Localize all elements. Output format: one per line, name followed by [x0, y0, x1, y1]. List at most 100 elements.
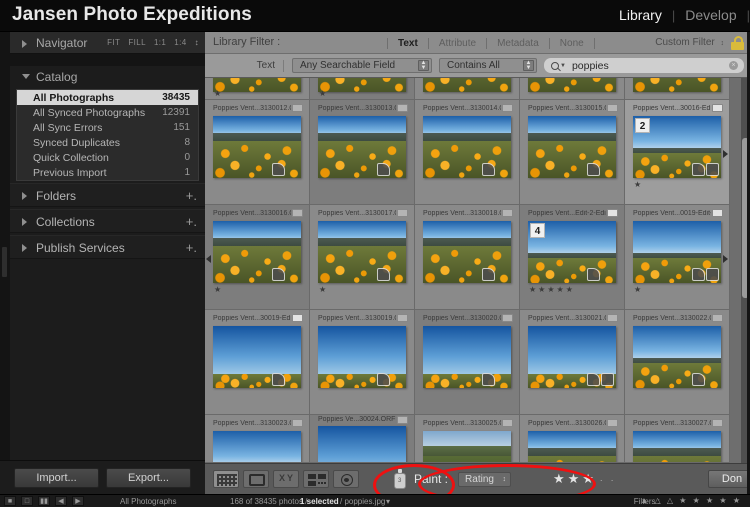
forward-arrow-icon[interactable]: ▶: [72, 496, 84, 506]
flag-badge[interactable]: [397, 416, 408, 424]
flag-badge[interactable]: [712, 419, 723, 427]
chevron-right-icon[interactable]: [22, 192, 27, 200]
stack-count-badge[interactable]: 2: [635, 118, 650, 133]
grid-cell[interactable]: Poppies Vent...3130022.ORF: [625, 310, 730, 415]
grid-cell-partial[interactable]: [520, 78, 625, 100]
flag-badge[interactable]: [292, 419, 303, 427]
flag-badge[interactable]: [607, 209, 618, 217]
star-filter-icons[interactable]: ★ ★ ★ ★ ★: [679, 496, 742, 505]
thumbnail-rating-stars[interactable]: ★: [634, 285, 643, 294]
back-arrow-icon[interactable]: ◀: [55, 496, 67, 506]
nav-mode-fit[interactable]: FIT: [107, 32, 120, 54]
custom-filter-dropdown[interactable]: Custom Filter ↕: [655, 37, 724, 48]
survey-view-icon[interactable]: [303, 470, 329, 488]
flag-badge[interactable]: [502, 209, 513, 217]
grid-cell-partial[interactable]: [415, 78, 520, 100]
flag-filter-icons[interactable]: ▲ △ △: [640, 496, 675, 505]
catalog-item-synced-duplicates[interactable]: Synced Duplicates 8: [17, 135, 198, 150]
flag-badge[interactable]: [502, 419, 513, 427]
filter-tab-metadata[interactable]: Metadata: [487, 38, 549, 49]
grid-cell[interactable]: Poppies Vent...3130014.ORF: [415, 100, 520, 205]
flag-badge[interactable]: [712, 104, 723, 112]
thumbnail-rating-stars[interactable]: ★: [634, 180, 643, 189]
flag-badge[interactable]: [607, 314, 618, 322]
people-view-icon[interactable]: [333, 470, 359, 488]
grid-cell[interactable]: Poppies Vent...3130019.ORF: [310, 310, 415, 415]
catalog-item-quick-collection[interactable]: Quick Collection 0: [17, 150, 198, 165]
match-rule-dropdown[interactable]: Contains All ▲ ▼: [439, 58, 537, 73]
grid-cell-partial[interactable]: [625, 78, 730, 100]
thumbnail-rating-stars[interactable]: ★: [319, 89, 328, 98]
add-folder-icon[interactable]: +.: [186, 184, 197, 208]
paint-target-dropdown[interactable]: Rating ↕: [458, 471, 511, 487]
grid-cell[interactable]: Poppies Vent...3130018.ORF: [415, 205, 520, 310]
left-panel-edge[interactable]: [0, 32, 10, 494]
flag-badge[interactable]: [397, 104, 408, 112]
flag-badge[interactable]: [712, 209, 723, 217]
nav-mode-1-1[interactable]: 1:1: [154, 32, 166, 54]
grid-cell[interactable]: Poppies Vent...3130012.ORF: [205, 100, 310, 205]
module-develop[interactable]: Develop: [675, 7, 746, 23]
loupe-view-icon[interactable]: [243, 470, 269, 488]
filmstrip-source-caret-icon[interactable]: ▾: [386, 497, 390, 506]
search-scope-dropdown[interactable]: Any Searchable Field ▲ ▼: [292, 58, 432, 73]
thumbnail-rating-stars[interactable]: ★: [319, 285, 328, 294]
grid-cell[interactable]: Poppies Ve...30024.ORF: [310, 415, 415, 463]
grid-cell[interactable]: Poppies Vent...3130015.ORF: [520, 100, 625, 205]
grid-cell-selected[interactable]: Poppies Vent...30016-Edit.tif 2 ★: [625, 100, 730, 205]
grid-cell[interactable]: Poppies Vent...3130016.ORF ★: [205, 205, 310, 310]
paint-rating-filled[interactable]: ★★★: [553, 471, 597, 486]
filmstrip-source-label[interactable]: All Photographs: [120, 497, 176, 506]
flag-badge[interactable]: [397, 314, 408, 322]
thumbnail-grid[interactable]: ★ ★ Poppies Vent...3130012. Poppies Vent…: [205, 78, 750, 463]
paint-rating-stars[interactable]: ★★★ · ·: [553, 471, 617, 487]
add-collection-icon[interactable]: +.: [186, 210, 197, 234]
flag-badge[interactable]: [292, 104, 303, 112]
grid-cell[interactable]: Poppies Vent...3130021.ORF: [520, 310, 625, 415]
chevron-right-icon[interactable]: [22, 244, 27, 252]
grid-cell[interactable]: Poppies Vent...30019-Edit.tif: [205, 310, 310, 415]
chevron-down-icon[interactable]: ▼: [560, 63, 566, 69]
module-library[interactable]: Library: [609, 7, 672, 23]
flag-badge[interactable]: [607, 419, 618, 427]
grid-cell[interactable]: Poppies Vent...3130017.ORF ★: [310, 205, 415, 310]
filmstrip-pane-icon[interactable]: ▮▮: [38, 496, 50, 506]
panel-group-publish-services[interactable]: Publish Services +.: [10, 235, 205, 259]
flag-badge[interactable]: [292, 314, 303, 322]
catalog-header[interactable]: Catalog: [10, 66, 205, 88]
flag-badge[interactable]: [712, 314, 723, 322]
next-photo-arrow-icon[interactable]: [723, 149, 728, 158]
import-button[interactable]: Import...: [14, 467, 99, 488]
flag-badge[interactable]: [397, 209, 408, 217]
flag-badge[interactable]: [292, 209, 303, 217]
compare-view-icon[interactable]: XY: [273, 470, 299, 488]
navigator-header[interactable]: Navigator FIT FILL 1:1 1:4 ↕: [10, 32, 205, 54]
grid-cell[interactable]: Poppies Vent...3130013.ORF: [310, 100, 415, 205]
grid-cell-partial[interactable]: ★: [310, 78, 415, 100]
done-button[interactable]: Don: [708, 470, 750, 488]
grid-cell[interactable]: Poppies Vent...3130027.ORF: [625, 415, 730, 463]
flag-badge[interactable]: [607, 104, 618, 112]
stack-count-badge[interactable]: 4: [530, 223, 545, 238]
grid-cell[interactable]: Poppies Vent...3130026.ORF: [520, 415, 625, 463]
grid-view-icon[interactable]: [213, 470, 239, 488]
filter-tab-attribute[interactable]: Attribute: [429, 38, 486, 49]
chevron-right-icon[interactable]: [22, 40, 27, 48]
left-panel-collapse-handle[interactable]: [2, 247, 7, 277]
grid-cell[interactable]: Poppies Vent...0019-Edit-2.tif ★: [625, 205, 730, 310]
spray-can-icon[interactable]: [393, 469, 407, 489]
search-input[interactable]: ▼ poppies ×: [544, 58, 744, 73]
panel-group-collections[interactable]: Collections +.: [10, 209, 205, 233]
grid-cell[interactable]: Poppies Vent...3130025.ORF: [415, 415, 520, 463]
catalog-item-all-synced-photographs[interactable]: All Synced Photographs 12391: [17, 105, 198, 120]
nav-mode-1-4[interactable]: 1:4: [174, 32, 186, 54]
paint-rating-empty[interactable]: · ·: [600, 476, 617, 485]
flag-badge[interactable]: [502, 314, 513, 322]
panel-group-folders[interactable]: Folders +.: [10, 183, 205, 207]
grid-cell[interactable]: Poppies Vent...3130023.ORF: [205, 415, 310, 463]
lock-open-icon[interactable]: [731, 36, 744, 50]
thumbnail-rating-stars[interactable]: ★: [214, 285, 223, 294]
nav-zoom-stepper-icon[interactable]: ↕: [195, 39, 199, 47]
catalog-item-all-sync-errors[interactable]: All Sync Errors 151: [17, 120, 198, 135]
chevron-down-icon[interactable]: [22, 74, 30, 79]
